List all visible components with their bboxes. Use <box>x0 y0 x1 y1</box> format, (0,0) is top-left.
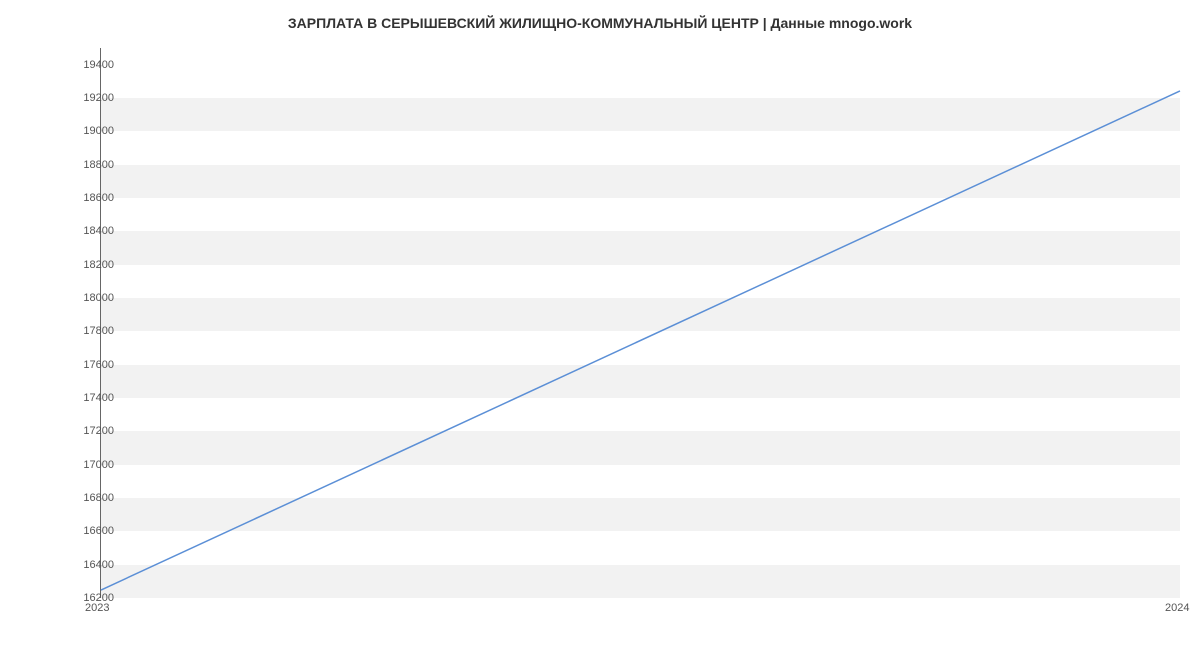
y-tick-label: 19000 <box>83 125 114 137</box>
y-tick-label: 17000 <box>83 459 114 471</box>
y-tick-label: 17400 <box>83 392 114 404</box>
y-tick-label: 17800 <box>83 325 114 337</box>
y-tick-label: 18400 <box>83 225 114 237</box>
y-tick-label: 17600 <box>83 359 114 371</box>
y-tick-label: 18600 <box>83 192 114 204</box>
y-tick-label: 17200 <box>83 425 114 437</box>
y-tick-label: 19400 <box>83 59 114 71</box>
y-tick-label: 18800 <box>83 159 114 171</box>
chart-title: ЗАРПЛАТА В СЕРЫШЕВСКИЙ ЖИЛИЩНО-КОММУНАЛЬ… <box>0 0 1200 31</box>
y-tick-label: 16400 <box>83 559 114 571</box>
y-tick-label: 18200 <box>83 259 114 271</box>
x-tick-label: 2023 <box>85 602 109 614</box>
line-series <box>101 48 1180 597</box>
plot-area <box>100 48 1180 598</box>
y-tick-label: 16800 <box>83 492 114 504</box>
y-tick-label: 18000 <box>83 292 114 304</box>
y-tick-label: 19200 <box>83 92 114 104</box>
x-tick-label: 2024 <box>1165 602 1189 614</box>
y-tick-label: 16600 <box>83 525 114 537</box>
